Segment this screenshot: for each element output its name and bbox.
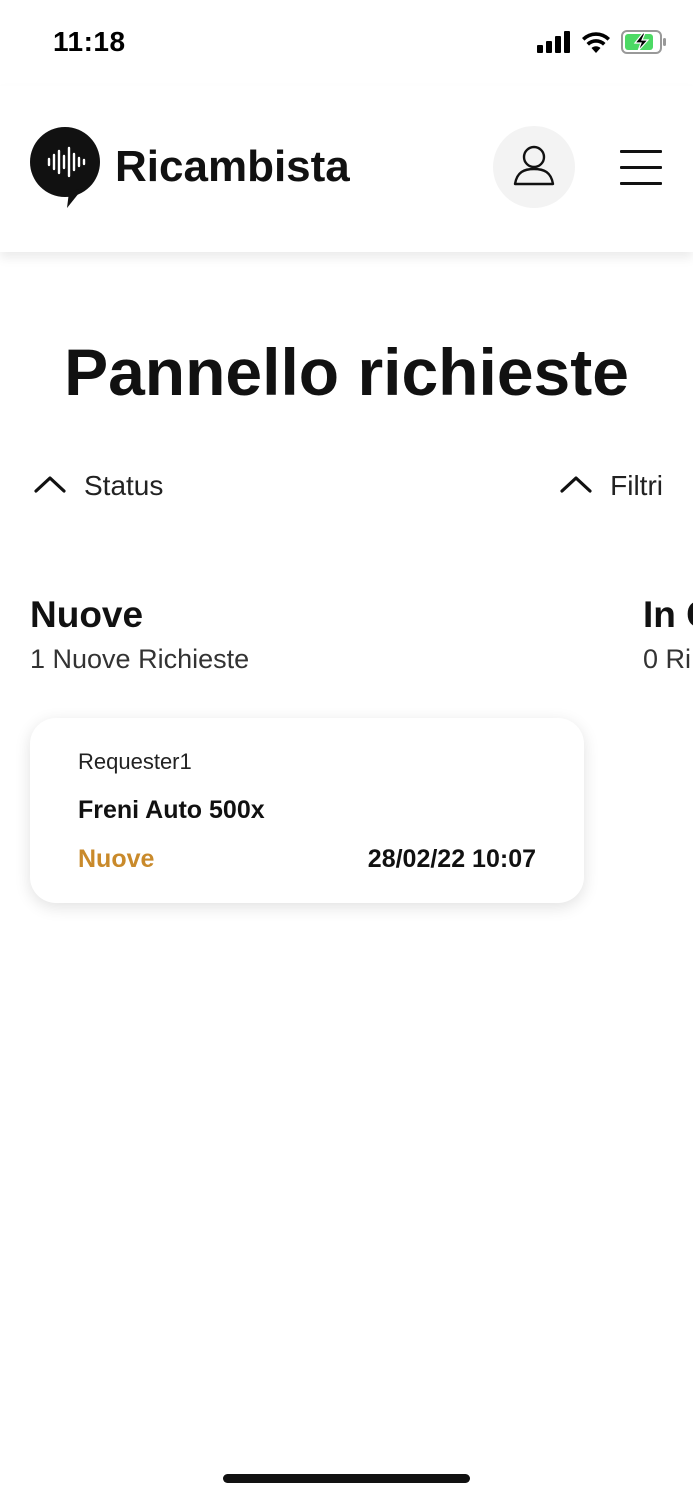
column-subtitle-nuove: 1 Nuove Richieste (30, 644, 250, 674)
status-toggle[interactable]: Status (34, 470, 163, 502)
home-indicator[interactable] (223, 1474, 470, 1483)
chevron-up-icon (560, 474, 592, 499)
request-card[interactable]: Requester1 Freni Auto 500x Nuove 28/02/2… (30, 718, 584, 903)
user-icon (512, 143, 556, 192)
chevron-up-icon (34, 474, 66, 499)
cellular-signal-icon (537, 31, 571, 58)
card-status: Nuove (78, 845, 155, 873)
hamburger-menu-icon[interactable] (620, 150, 664, 186)
soundwave-bubble-icon (29, 126, 101, 210)
wifi-icon (581, 31, 611, 58)
app-header: Ricambista (0, 86, 693, 252)
column-title-nuove: Nuove (30, 594, 144, 635)
card-item-title: Freni Auto 500x (78, 796, 265, 824)
status-toggle-label: Status (84, 470, 164, 501)
filter-toggle-label: Filtri (610, 470, 663, 501)
status-icons (537, 30, 667, 59)
card-datetime: 28/02/22 10:07 (367, 845, 536, 873)
page-title: Pannello richieste (64, 335, 629, 409)
battery-charging-icon (621, 30, 667, 59)
column-title-in-corso: In C (643, 594, 693, 635)
status-time: 11:18 (53, 26, 126, 57)
card-requester: Requester1 (78, 749, 192, 774)
profile-button[interactable] (493, 126, 575, 208)
app-title: Ricambista (115, 142, 350, 191)
filter-toggle[interactable]: Filtri (560, 470, 663, 502)
status-bar: 11:18 (0, 0, 693, 86)
column-subtitle-in-corso: 0 Ri (643, 644, 692, 674)
